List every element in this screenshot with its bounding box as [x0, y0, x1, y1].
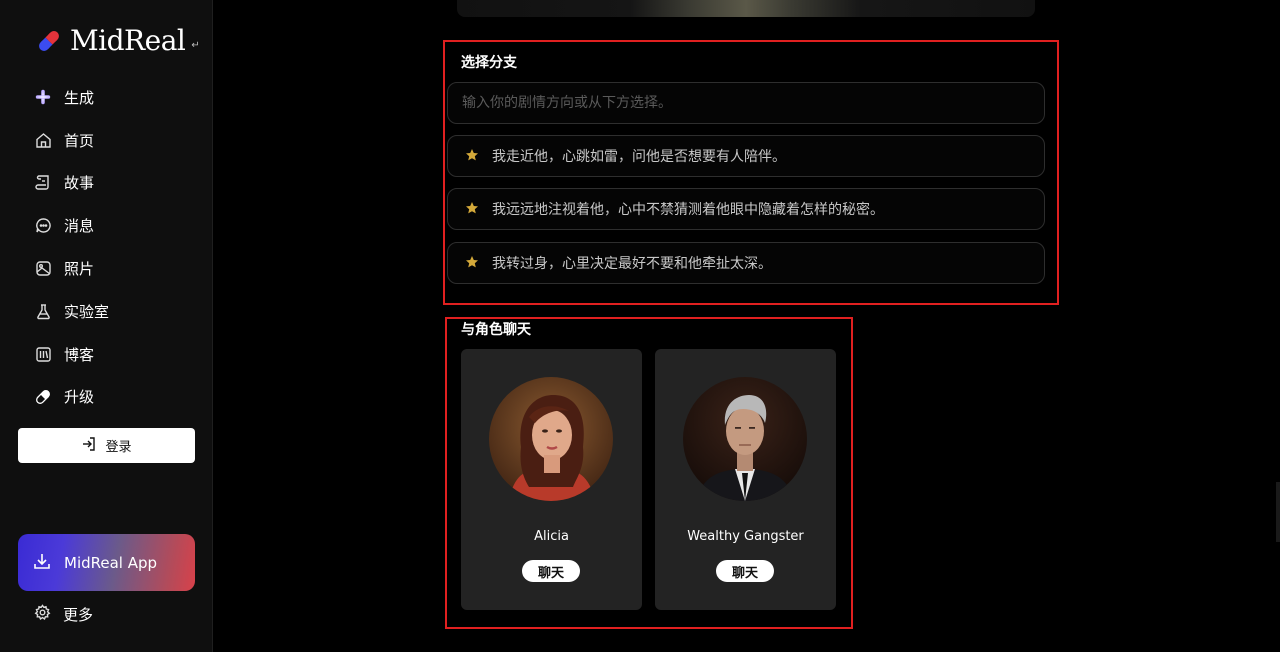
flask-icon	[34, 302, 52, 320]
pill-logo-icon	[34, 26, 64, 56]
sidebar-item-label: 照片	[64, 260, 95, 279]
download-app-button[interactable]: MidReal App	[18, 534, 195, 591]
chat-bubble-icon	[34, 217, 52, 235]
branch-input[interactable]	[447, 82, 1045, 124]
sidebar-item-messages[interactable]: 消息	[0, 204, 213, 247]
photo-icon	[34, 260, 52, 278]
star-icon	[465, 200, 479, 219]
branch-option-text: 我走近他，心跳如雷，问他是否想要有人陪伴。	[492, 149, 786, 165]
sidebar-item-more[interactable]: 更多	[34, 604, 93, 625]
sidebar-item-lab[interactable]: 实验室	[0, 290, 213, 333]
gear-icon	[34, 604, 51, 625]
character-section-title: 与角色聊天	[461, 322, 531, 338]
download-icon	[32, 551, 52, 575]
logo-suffix: ↵	[191, 40, 200, 51]
sidebar-nav: 生成 首页 故事 消息 照片 实验室 博客 升级	[0, 76, 213, 418]
sidebar-item-blog[interactable]: 博客	[0, 333, 213, 376]
sidebar-item-label: 博客	[64, 345, 95, 364]
star-icon	[465, 254, 479, 273]
sidebar-item-label: 消息	[64, 217, 95, 236]
story-image	[457, 0, 1035, 17]
sidebar-item-label: 故事	[64, 174, 95, 193]
sidebar-item-label: 升级	[64, 388, 95, 407]
more-label: 更多	[63, 606, 94, 624]
branch-option[interactable]: 我远远地注视着他，心中不禁猜测着他眼中隐藏着怎样的秘密。	[447, 188, 1045, 230]
branch-option-text: 我远远地注视着他，心中不禁猜测着他眼中隐藏着怎样的秘密。	[492, 202, 884, 218]
sidebar-item-generate[interactable]: 生成	[0, 76, 213, 119]
login-label: 登录	[105, 440, 132, 455]
logo-text: MidReal	[70, 24, 186, 57]
download-app-label: MidReal App	[64, 553, 158, 572]
character-name: Wealthy Gangster	[687, 529, 804, 544]
sidebar-item-label: 实验室	[64, 302, 110, 321]
star-icon	[465, 147, 479, 166]
character-avatar	[489, 377, 613, 501]
library-icon	[34, 345, 52, 363]
scrollbar[interactable]	[1276, 482, 1280, 542]
chat-button[interactable]: 聊天	[522, 560, 580, 582]
character-name: Alicia	[534, 529, 569, 544]
sidebar-item-label: 生成	[64, 88, 95, 107]
login-icon	[81, 436, 97, 456]
pill-icon	[34, 388, 52, 406]
character-avatar	[683, 377, 807, 501]
character-card[interactable]: Alicia 聊天	[461, 349, 642, 610]
branch-option[interactable]: 我转过身，心里决定最好不要和他牵扯太深。	[447, 242, 1045, 284]
scroll-icon	[34, 174, 52, 192]
branch-title: 选择分支	[461, 55, 517, 71]
sidebar-item-upgrade[interactable]: 升级	[0, 376, 213, 419]
logo[interactable]: MidReal ↵	[34, 24, 200, 57]
chat-button[interactable]: 聊天	[716, 560, 774, 582]
sidebar-item-home[interactable]: 首页	[0, 119, 213, 162]
sidebar-item-stories[interactable]: 故事	[0, 162, 213, 205]
sidebar-item-label: 首页	[64, 131, 95, 150]
sidebar-item-photos[interactable]: 照片	[0, 247, 213, 290]
plus-icon	[34, 88, 52, 106]
login-button[interactable]: 登录	[18, 428, 195, 463]
sidebar: MidReal ↵ 生成 首页 故事 消息 照片 实验室 博客 升级 登录 Mi…	[0, 0, 213, 652]
branch-option-text: 我转过身，心里决定最好不要和他牵扯太深。	[492, 256, 772, 272]
character-card[interactable]: Wealthy Gangster 聊天	[655, 349, 836, 610]
branch-option[interactable]: 我走近他，心跳如雷，问他是否想要有人陪伴。	[447, 135, 1045, 177]
home-icon	[34, 131, 52, 149]
